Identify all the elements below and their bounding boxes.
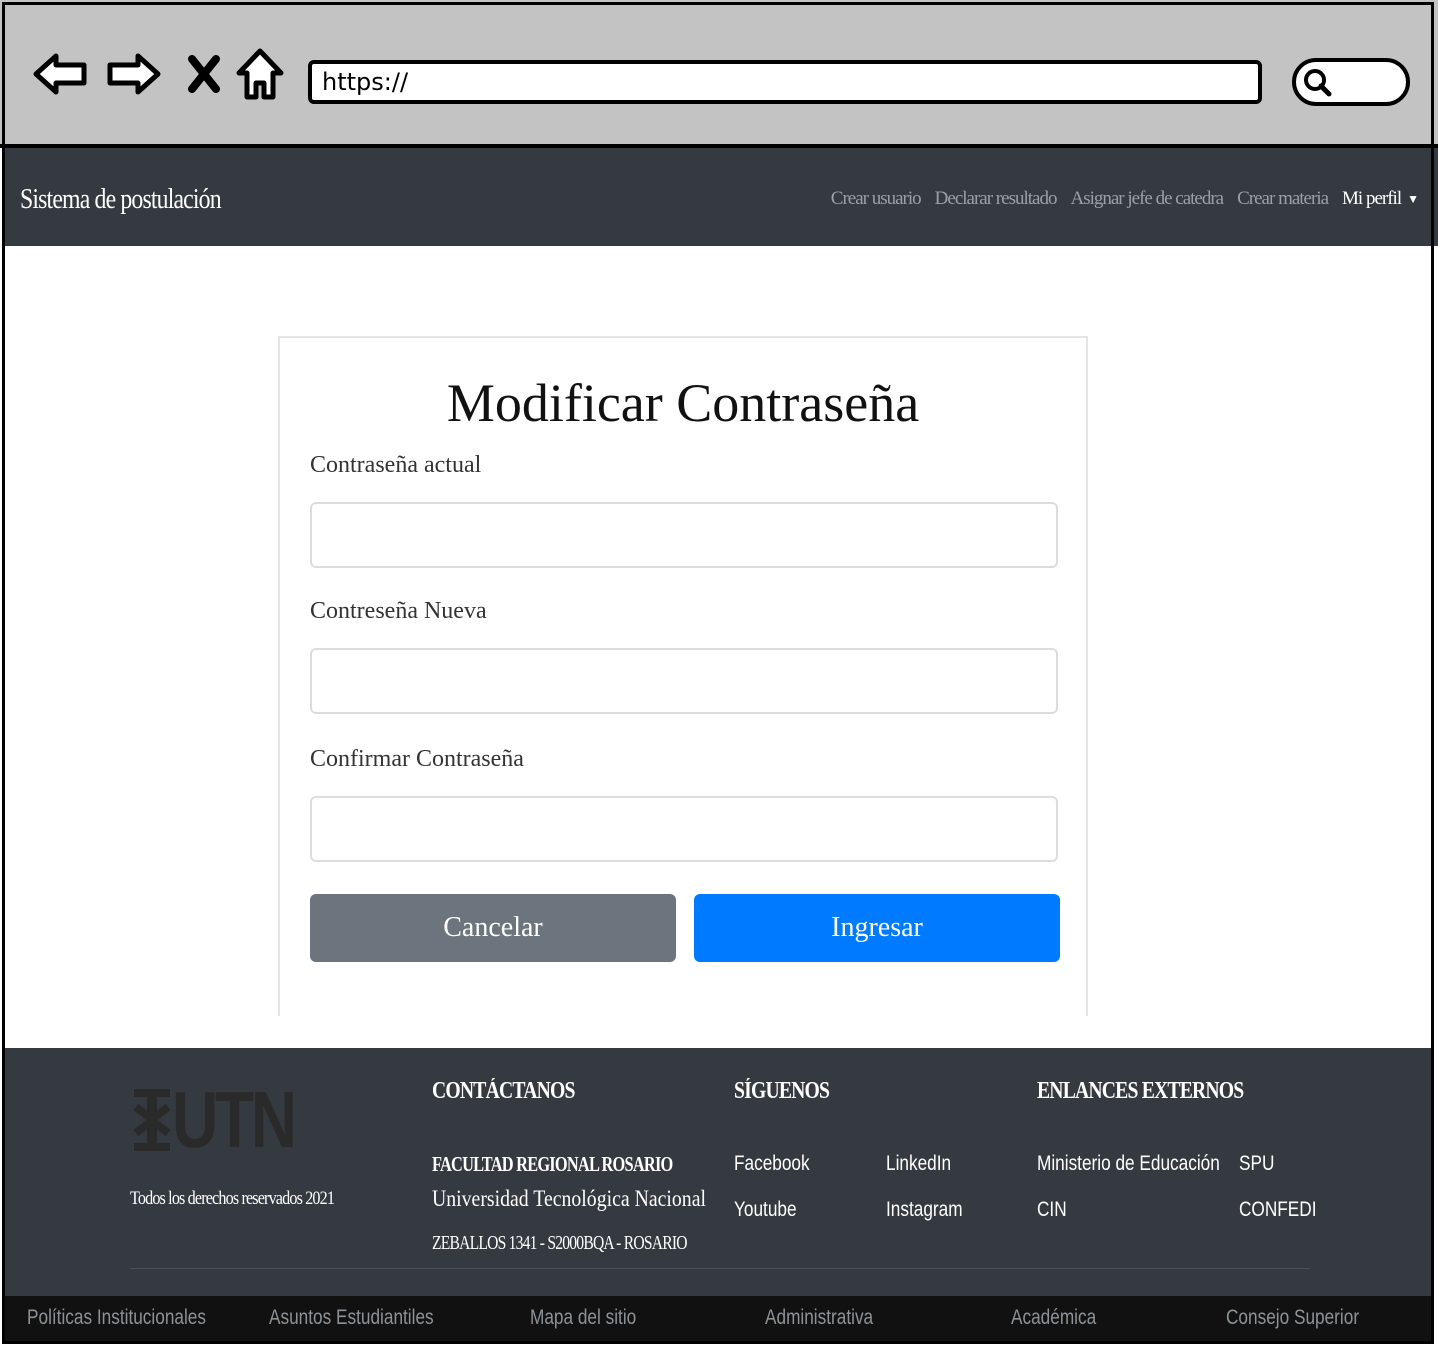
form-title: Modificar Contraseña [446, 373, 920, 433]
utn-logo: UTN [132, 1074, 324, 1166]
browser-search[interactable] [1292, 58, 1410, 106]
navbar-brand[interactable]: Sistema de postulación [20, 184, 222, 216]
utn-logo-text: UTN [172, 1075, 297, 1164]
app-navbar: Sistema de postulación Crear usuario Dec… [4, 148, 1438, 246]
social-heading: SÍGUENOS [734, 1078, 830, 1104]
link-youtube[interactable]: Youtube [734, 1198, 797, 1222]
link-academica[interactable]: Académica [1011, 1306, 1096, 1330]
link-consejo-superior[interactable]: Consejo Superior [1226, 1306, 1359, 1330]
password-form-card: Modificar Contraseña Contraseña actual C… [278, 336, 1088, 1016]
current-password-input[interactable] [310, 502, 1058, 568]
close-icon[interactable] [174, 44, 234, 104]
copyright-text: Todos los derechos reservados 2021 [130, 1188, 335, 1209]
link-ministerio[interactable]: Ministerio de Educación [1037, 1152, 1220, 1176]
forward-arrow-icon[interactable] [104, 44, 164, 104]
university-name: Universidad Tecnológica Nacional [432, 1186, 706, 1211]
utn-emblem-icon [133, 1089, 171, 1151]
nav-link-crear-usuario[interactable]: Crear usuario [831, 188, 922, 210]
current-password-label: Contraseña actual [310, 452, 482, 478]
link-asuntos-estudiantiles[interactable]: Asuntos Estudiantiles [269, 1306, 434, 1330]
cancel-button[interactable]: Cancelar [310, 894, 676, 962]
new-password-input[interactable] [310, 648, 1058, 714]
footer-divider [130, 1268, 1310, 1269]
address-text: ZEBALLOS 1341 - S2000BQA - ROSARIO [432, 1232, 688, 1254]
nav-link-crear-materia[interactable]: Crear materia [1237, 188, 1329, 210]
link-facebook[interactable]: Facebook [734, 1152, 810, 1176]
submit-button[interactable]: Ingresar [694, 894, 1060, 962]
link-linkedin[interactable]: LinkedIn [886, 1152, 951, 1176]
new-password-label: Contreseña Nueva [310, 598, 487, 624]
nav-link-declarar-resultado[interactable]: Declarar resultado [935, 188, 1058, 210]
site-footer: UTN Todos los derechos reservados 2021 C… [4, 1048, 1434, 1296]
back-arrow-icon[interactable] [30, 44, 90, 104]
search-icon [1304, 69, 1332, 97]
home-icon[interactable] [230, 44, 290, 104]
nav-dropdown-mi-perfil[interactable]: Mi perfil ▼ [1342, 188, 1419, 210]
link-cin[interactable]: CIN [1037, 1198, 1067, 1222]
faculty-name: FACULTAD REGIONAL ROSARIO [432, 1152, 673, 1176]
link-politicas[interactable]: Políticas Institucionales [27, 1306, 206, 1330]
link-confedi[interactable]: CONFEDI [1239, 1198, 1316, 1222]
caret-down-icon: ▼ [1407, 192, 1419, 207]
url-bar[interactable]: https:// [308, 60, 1262, 104]
contact-heading: CONTÁCTANOS [432, 1078, 575, 1104]
navbar-links: Crear usuario Declarar resultado Asignar… [831, 188, 1419, 210]
url-text: https:// [322, 68, 409, 96]
link-spu[interactable]: SPU [1239, 1152, 1274, 1176]
browser-toolbar: https:// [0, 0, 1438, 148]
footer-bottom-bar: Políticas Institucionales Asuntos Estudi… [4, 1296, 1434, 1344]
link-mapa-sitio[interactable]: Mapa del sitio [530, 1306, 636, 1330]
confirm-password-label: Confirmar Contraseña [310, 746, 524, 772]
link-administrativa[interactable]: Administrativa [765, 1306, 873, 1330]
nav-link-mi-perfil-label: Mi perfil [1342, 188, 1402, 209]
external-links-heading: ENLANCES EXTERNOS [1037, 1078, 1244, 1104]
nav-link-asignar-jefe[interactable]: Asignar jefe de catedra [1070, 188, 1224, 210]
link-instagram[interactable]: Instagram [886, 1198, 963, 1222]
confirm-password-input[interactable] [310, 796, 1058, 862]
